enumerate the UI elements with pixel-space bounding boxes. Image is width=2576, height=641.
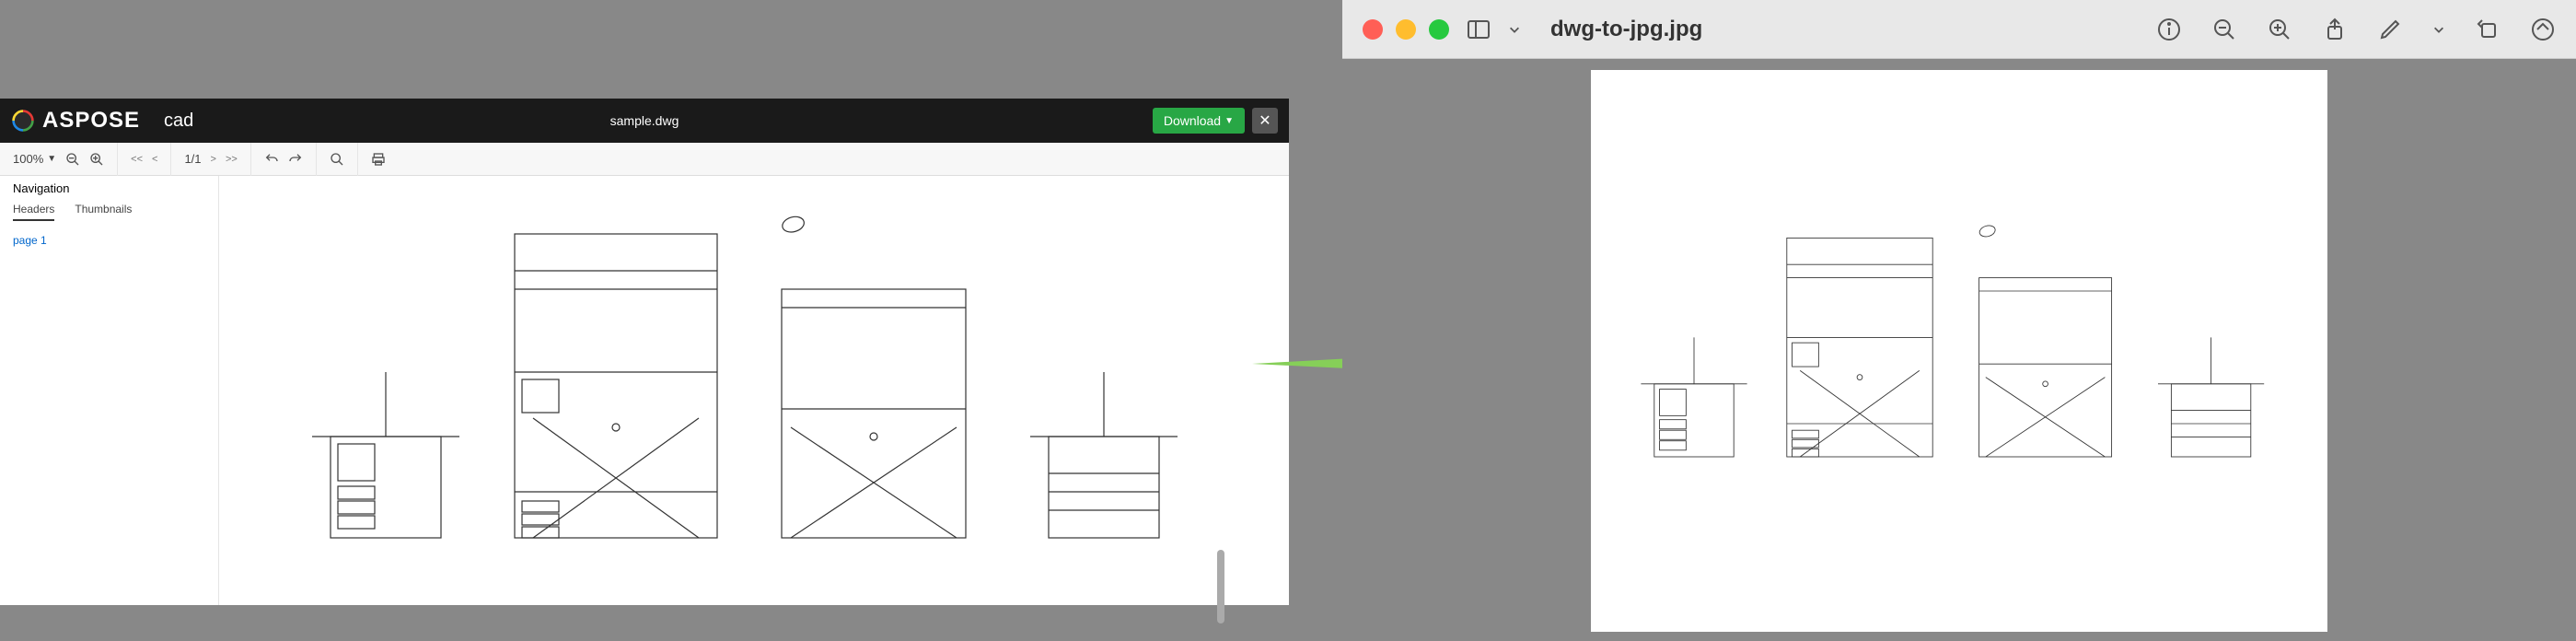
close-window-button[interactable]	[1363, 19, 1383, 40]
print-icon[interactable]	[371, 152, 386, 167]
redo-icon[interactable]	[288, 152, 303, 167]
preview-filename: dwg-to-jpg.jpg	[1550, 17, 2140, 42]
brand-logo: ASPOSE cad	[11, 108, 193, 134]
sidebar-toggle-icon[interactable]	[1466, 17, 1491, 42]
macos-preview-window: dwg-to-jpg.jpg	[1342, 0, 2576, 641]
toolbar: 100% ▼ << < 1/1 > >>	[0, 143, 1289, 176]
first-page-icon[interactable]: <<	[131, 154, 143, 165]
last-page-icon[interactable]: >>	[226, 154, 238, 165]
zoom-out-icon[interactable]	[65, 152, 80, 167]
search-icon[interactable]	[330, 152, 344, 167]
download-button-label: Download	[1164, 113, 1221, 128]
converted-image	[1628, 225, 2291, 477]
chevron-down-icon: ▼	[1224, 116, 1234, 126]
navigation-title: Navigation	[13, 181, 205, 195]
close-button[interactable]: ✕	[1252, 108, 1278, 134]
minimize-window-button[interactable]	[1396, 19, 1416, 40]
brand-name: ASPOSE	[42, 108, 140, 134]
zoom-in-icon[interactable]	[89, 152, 104, 167]
titlebar: dwg-to-jpg.jpg	[1342, 0, 2576, 59]
scrollbar-thumb[interactable]	[1217, 550, 1224, 624]
share-icon[interactable]	[2322, 17, 2348, 42]
rotate-icon[interactable]	[2475, 17, 2501, 42]
brand-product: cad	[164, 111, 193, 132]
chevron-down-icon[interactable]	[2432, 23, 2445, 36]
navigation-panel: Navigation Headers Thumbnails page 1	[0, 176, 219, 605]
nav-tabs: Headers Thumbnails	[13, 203, 205, 221]
zoom-value: 100%	[13, 152, 43, 166]
open-filename: sample.dwg	[610, 113, 679, 128]
aspose-swirl-icon	[11, 109, 35, 133]
info-icon[interactable]	[2156, 17, 2182, 42]
chevron-down-icon: ▼	[47, 154, 56, 164]
prev-page-icon[interactable]: <	[152, 154, 157, 165]
undo-icon[interactable]	[264, 152, 279, 167]
toolbar-right	[2156, 17, 2556, 42]
drawing-canvas[interactable]	[219, 176, 1289, 605]
next-page-icon[interactable]: >	[211, 154, 216, 165]
zoom-select[interactable]: 100% ▼	[13, 152, 56, 166]
traffic-lights	[1363, 19, 1449, 40]
cad-drawing	[294, 216, 1214, 565]
page-link[interactable]: page 1	[13, 234, 205, 247]
maximize-window-button[interactable]	[1429, 19, 1449, 40]
app-header: ASPOSE cad sample.dwg Download ▼ ✕	[0, 99, 1289, 143]
markup-icon[interactable]	[2377, 17, 2403, 42]
zoom-in-icon[interactable]	[2267, 17, 2292, 42]
chevron-down-icon[interactable]	[1508, 23, 1521, 36]
tab-headers[interactable]: Headers	[13, 203, 54, 221]
aspose-cad-viewer: ASPOSE cad sample.dwg Download ▼ ✕ 100% …	[0, 99, 1289, 605]
page-value: 1/1	[184, 152, 201, 166]
image-canvas[interactable]	[1591, 70, 2327, 632]
zoom-out-icon[interactable]	[2211, 17, 2237, 42]
annotate-circle-icon[interactable]	[2530, 17, 2556, 42]
tab-thumbnails[interactable]: Thumbnails	[75, 203, 132, 221]
download-button[interactable]: Download ▼	[1153, 108, 1245, 134]
